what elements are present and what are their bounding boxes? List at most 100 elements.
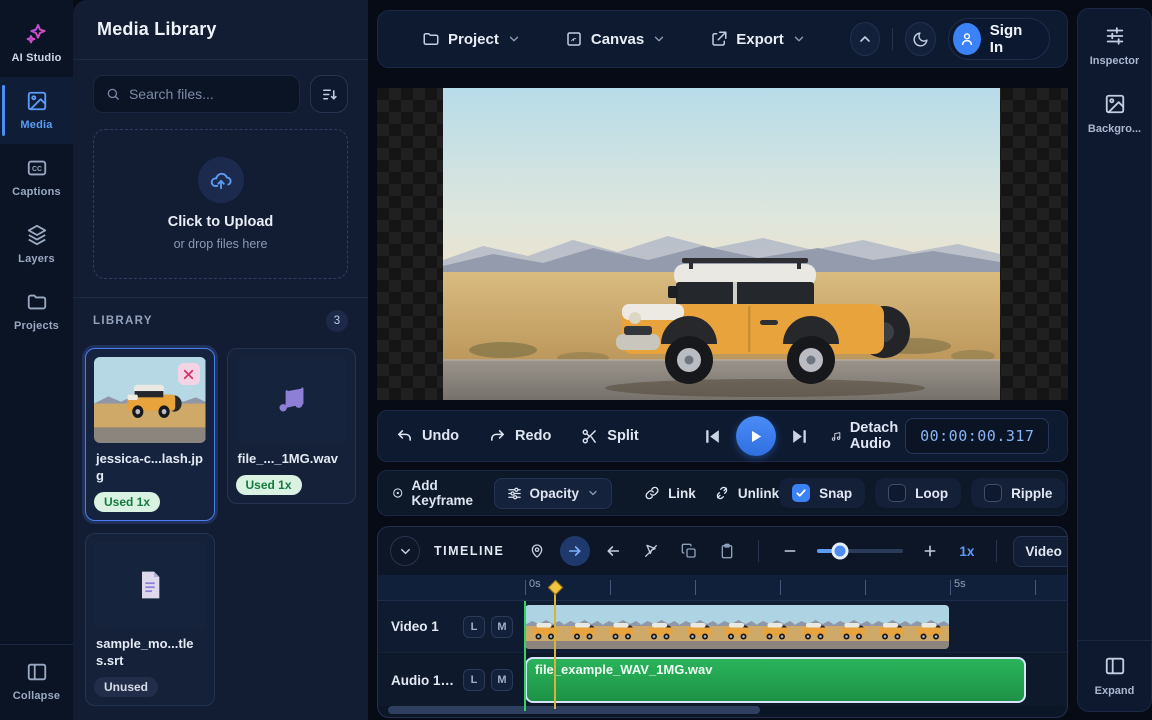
audio-thumbnail [236,357,348,443]
split-button[interactable]: Split [581,428,638,445]
search-row [73,60,368,121]
sidebar-item-ai-studio[interactable]: AI Studio [0,8,73,77]
video-clip[interactable] [525,605,949,649]
sidebar-spacer [1078,145,1151,640]
unlink-button[interactable]: Unlink [714,485,779,501]
timeline-collapse-button[interactable] [390,536,420,566]
snap-toggle[interactable]: Snap [779,478,865,508]
library-section-header: LIBRARY 3 [73,297,368,338]
theme-toggle-button[interactable] [905,22,936,56]
ruler-tick [610,580,611,595]
skip-forward-icon[interactable] [790,427,809,446]
image-thumbnail [94,357,206,443]
sidebar-item-captions[interactable]: CC Captions [0,144,73,211]
zoom-in-button[interactable] [915,536,945,566]
expand-panel-button[interactable]: Expand [1078,640,1151,711]
ruler-label: 5s [954,578,966,590]
track-type-label: Video [1025,544,1062,559]
paste-button[interactable] [712,536,742,566]
search-box[interactable] [93,75,300,113]
library-grid: jessica-c...lash.jpg Used 1x file_..._1M… [73,338,368,716]
sidebar-item-projects[interactable]: Projects [0,278,73,345]
copy-icon [681,543,697,559]
track-lock-button[interactable]: L [463,669,485,691]
add-keyframe-label: Add Keyframe [412,478,478,508]
export-menu[interactable]: Export [710,30,806,48]
link-label: Link [668,486,696,501]
audio-track-header: Audio 1 (M... L M [378,669,526,691]
zoom-slider[interactable] [817,549,903,553]
play-button[interactable] [736,416,776,456]
sidebar-item-layers[interactable]: Layers [0,211,73,278]
undo-button[interactable]: Undo [396,428,459,445]
project-menu[interactable]: Project [422,30,521,48]
sort-button[interactable] [310,75,348,113]
media-card-subtitle[interactable]: sample_mo...tles.srt Unused [85,533,215,706]
usage-badge: Used 1x [94,492,160,512]
ripple-toggle[interactable]: Ripple [971,478,1065,508]
detach-audio-button[interactable]: Detach Audio [831,420,905,452]
timeline-body: 0s 5s Video 1 L M Audio 1 (M... L M [378,575,1067,717]
preview-frame [443,88,1000,400]
zoom-out-button[interactable] [775,536,805,566]
skip-back-icon[interactable] [703,427,722,446]
keyframe-circle-dot-icon [392,485,404,501]
canvas-menu[interactable]: Canvas [565,30,666,48]
map-pin-icon [529,543,545,559]
detach-audio-label: Detach Audio [850,420,905,452]
undo-icon [396,428,413,445]
zoom-slider-knob[interactable] [831,543,848,560]
timeline-ruler[interactable]: 0s 5s [378,575,1067,601]
collapse-topbar-button[interactable] [850,22,881,56]
unlink-icon [714,485,730,501]
add-keyframe-button[interactable]: Add Keyframe [392,478,478,508]
timeline-scrollbar-thumb[interactable] [388,706,760,714]
user-avatar [953,23,981,55]
video-preview-canvas[interactable] [377,88,1068,400]
redo-button[interactable]: Redo [489,428,551,445]
seek-back-tool-button[interactable] [598,536,628,566]
timeline-toolbar: TIMELINE [378,527,1067,575]
cloud-upload-icon [210,169,232,191]
link-button[interactable]: Link [644,485,696,501]
search-input[interactable] [129,86,287,102]
media-card-image[interactable]: jessica-c...lash.jpg Used 1x [85,348,215,521]
ruler-label: 0s [529,578,541,590]
topbar-right: Sign In [850,18,1051,60]
playhead-line[interactable] [554,581,556,709]
checkbox [888,484,906,502]
timeline-scrollbar[interactable] [388,706,1057,714]
track-name: Video 1 [391,619,457,634]
loop-toggle[interactable]: Loop [875,478,961,508]
checkbox [792,484,810,502]
plus-icon [922,543,938,559]
track-mute-button[interactable]: M [491,669,513,691]
video-track-header: Video 1 L M [378,616,526,638]
sidebar-item-inspector[interactable]: Inspector [1078,9,1151,77]
sidebar-item-background[interactable]: Backgro... [1078,77,1151,145]
delete-media-button[interactable] [178,363,200,385]
opacity-dropdown[interactable]: Opacity [494,478,613,509]
collapse-panel-button[interactable]: Collapse [0,644,73,720]
deselect-tool-button[interactable] [636,536,666,566]
canvas-frame-icon [565,30,583,48]
menu-label: Canvas [591,31,644,48]
upload-dropzone[interactable]: Click to Upload or drop files here [93,129,348,279]
audio-clip-selected[interactable]: file_example_WAV_1MG.wav [525,657,1026,703]
sidebar-item-media[interactable]: Media [0,77,73,144]
copy-button[interactable] [674,536,704,566]
check-icon [795,487,807,499]
track-lock-button[interactable]: L [463,616,485,638]
timeline-title: TIMELINE [434,544,504,558]
track-type-dropdown[interactable]: Video [1013,536,1068,567]
scissors-icon [581,428,598,445]
marker-pin-button[interactable] [522,536,552,566]
sign-in-button[interactable]: Sign In [948,18,1050,60]
sidebar-item-label: Projects [14,320,59,332]
track-mute-button[interactable]: M [491,616,513,638]
media-card-audio[interactable]: file_..._1MG.wav Used 1x [227,348,357,504]
transport-controls [703,416,809,456]
sliders-icon [507,486,522,501]
seek-forward-tool-button[interactable] [560,536,590,566]
cursor-off-icon [643,543,659,559]
